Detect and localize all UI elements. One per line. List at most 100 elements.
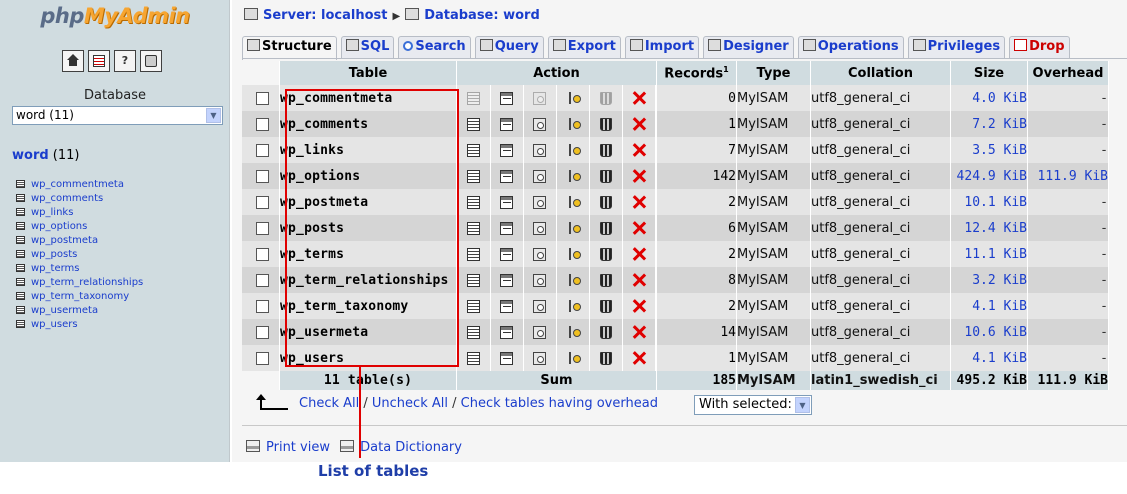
row-checkbox[interactable] <box>256 273 269 287</box>
empty-icon[interactable] <box>599 351 612 365</box>
left-table-item[interactable]: wp_terms <box>16 262 143 276</box>
left-table-item[interactable]: wp_usermeta <box>16 304 143 318</box>
table-name-link[interactable]: wp_postmeta <box>280 189 457 215</box>
insert-icon[interactable] <box>566 299 581 313</box>
browse-icon[interactable] <box>466 299 480 313</box>
insert-icon[interactable] <box>566 273 581 287</box>
left-table-item[interactable]: wp_term_relationships <box>16 276 143 290</box>
drop-icon[interactable] <box>632 221 646 235</box>
size-cell[interactable]: 4.1 KiB <box>951 293 1028 319</box>
row-checkbox[interactable] <box>256 299 269 313</box>
insert-icon[interactable] <box>566 247 581 261</box>
help-icon[interactable]: ? <box>114 50 136 72</box>
drop-icon[interactable] <box>632 195 646 209</box>
structure-icon[interactable] <box>500 325 514 339</box>
structure-icon[interactable] <box>500 247 514 261</box>
drop-icon[interactable] <box>632 91 646 105</box>
table-name-link[interactable]: wp_terms <box>280 241 457 267</box>
row-checkbox[interactable] <box>256 195 269 209</box>
structure-icon[interactable] <box>500 91 514 105</box>
browse-icon[interactable] <box>466 143 480 157</box>
database-link[interactable]: word <box>12 148 49 163</box>
sql-query-icon[interactable] <box>88 50 110 72</box>
header-records[interactable]: Records1 <box>657 61 737 85</box>
data-dictionary-link[interactable]: Data Dictionary <box>360 440 462 455</box>
empty-icon[interactable] <box>599 299 612 313</box>
browse-icon[interactable] <box>466 91 480 105</box>
left-table-item[interactable]: wp_options <box>16 220 143 234</box>
table-name-link[interactable]: wp_comments <box>280 111 457 137</box>
drop-icon[interactable] <box>632 117 646 131</box>
tab-export[interactable]: Export <box>547 36 621 58</box>
tab-query[interactable]: Query <box>474 36 544 58</box>
empty-icon[interactable] <box>599 325 612 339</box>
browse-icon[interactable] <box>466 169 480 183</box>
header-overhead[interactable]: Overhead <box>1028 61 1109 85</box>
table-name-link[interactable]: wp_term_taxonomy <box>280 293 457 319</box>
left-table-item[interactable]: wp_posts <box>16 248 143 262</box>
browse-icon[interactable] <box>466 195 480 209</box>
breadcrumb-database[interactable]: Database: word <box>424 8 540 23</box>
print-view-link[interactable]: Print view <box>266 440 330 455</box>
tab-structure[interactable]: Structure <box>242 36 337 60</box>
row-checkbox[interactable] <box>256 169 269 183</box>
structure-icon[interactable] <box>500 117 514 131</box>
drop-icon[interactable] <box>632 351 646 365</box>
insert-icon[interactable] <box>566 117 581 131</box>
search-icon[interactable] <box>533 221 547 235</box>
drop-icon[interactable] <box>632 143 646 157</box>
insert-icon[interactable] <box>566 221 581 235</box>
tab-operations[interactable]: Operations <box>797 36 904 58</box>
structure-icon[interactable] <box>500 299 514 313</box>
chevron-down-icon[interactable]: ▼ <box>795 397 810 413</box>
browse-icon[interactable] <box>466 351 480 365</box>
row-checkbox[interactable] <box>256 91 269 105</box>
empty-icon[interactable] <box>599 273 612 287</box>
table-name-link[interactable]: wp_term_relationships <box>280 267 457 293</box>
browse-icon[interactable] <box>466 117 480 131</box>
search-icon[interactable] <box>533 299 547 313</box>
size-cell[interactable]: 4.0 KiB <box>951 85 1028 111</box>
drop-icon[interactable] <box>632 273 646 287</box>
left-table-item[interactable]: wp_users <box>16 318 143 332</box>
empty-icon[interactable] <box>599 143 612 157</box>
size-cell[interactable]: 4.1 KiB <box>951 345 1028 371</box>
size-cell[interactable]: 3.5 KiB <box>951 137 1028 163</box>
uncheck-all-link[interactable]: Uncheck All <box>372 396 448 411</box>
structure-icon[interactable] <box>500 195 514 209</box>
table-name-link[interactable]: wp_links <box>280 137 457 163</box>
left-table-item[interactable]: wp_comments <box>16 192 143 206</box>
insert-icon[interactable] <box>566 143 581 157</box>
size-cell[interactable]: 7.2 KiB <box>951 111 1028 137</box>
insert-icon[interactable] <box>566 195 581 209</box>
browse-icon[interactable] <box>466 247 480 261</box>
left-table-item[interactable]: wp_links <box>16 206 143 220</box>
search-icon[interactable] <box>533 351 547 365</box>
empty-icon[interactable] <box>599 91 612 105</box>
structure-icon[interactable] <box>500 221 514 235</box>
left-table-item[interactable]: wp_term_taxonomy <box>16 290 143 304</box>
tab-search[interactable]: Search <box>398 36 471 58</box>
table-name-link[interactable]: wp_usermeta <box>280 319 457 345</box>
header-collation[interactable]: Collation <box>811 61 951 85</box>
search-icon[interactable] <box>533 169 547 183</box>
docs-icon[interactable] <box>140 50 162 72</box>
row-checkbox[interactable] <box>256 351 269 365</box>
database-select[interactable]: word (11) ▼ <box>12 106 223 125</box>
browse-icon[interactable] <box>466 273 480 287</box>
size-cell[interactable]: 12.4 KiB <box>951 215 1028 241</box>
drop-icon[interactable] <box>632 247 646 261</box>
empty-icon[interactable] <box>599 221 612 235</box>
tab-drop[interactable]: Drop <box>1009 36 1070 58</box>
browse-icon[interactable] <box>466 221 480 235</box>
overhead-cell[interactable]: 111.9 KiB <box>1028 163 1109 189</box>
insert-icon[interactable] <box>566 91 581 105</box>
search-icon[interactable] <box>533 91 547 105</box>
row-checkbox[interactable] <box>256 325 269 339</box>
breadcrumb-server[interactable]: Server: localhost <box>263 8 387 23</box>
row-checkbox[interactable] <box>256 221 269 235</box>
drop-icon[interactable] <box>632 169 646 183</box>
chevron-down-icon[interactable]: ▼ <box>206 108 221 123</box>
search-icon[interactable] <box>533 325 547 339</box>
table-name-link[interactable]: wp_users <box>280 345 457 371</box>
